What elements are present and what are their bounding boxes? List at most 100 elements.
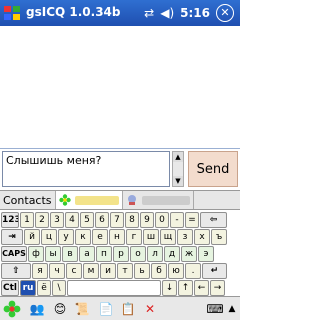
key-char[interactable]: ч [49, 263, 65, 279]
app-title: gsICQ 1.0.34b [26, 5, 121, 19]
key-0[interactable]: 0 [155, 212, 169, 228]
key-char[interactable]: ь [134, 263, 150, 279]
keyboard-row-2: ⇥ й ц у к е н г ш щ з х ъ [1, 229, 228, 245]
key-tab[interactable]: ⇥ [1, 229, 23, 245]
key-char[interactable]: в [62, 246, 78, 262]
connectivity-icon[interactable]: ⇄ [144, 6, 154, 20]
key-char[interactable]: у [58, 229, 74, 245]
key-backspace[interactable]: ⇦ [200, 212, 227, 228]
contact-name-redacted [141, 195, 190, 205]
key-char[interactable]: т [117, 263, 133, 279]
key-char[interactable]: ъ [211, 229, 227, 245]
key-char[interactable]: с [66, 263, 82, 279]
key-1[interactable]: 1 [20, 212, 34, 228]
key-8[interactable]: 8 [125, 212, 139, 228]
scroll-down-icon[interactable]: ▼ [173, 176, 183, 186]
key-minus[interactable]: - [170, 212, 184, 228]
start-menu-icon[interactable] [2, 3, 22, 23]
users-icon[interactable]: 👥 [27, 300, 47, 318]
key-up[interactable]: ↑ [178, 280, 193, 296]
key-char[interactable]: х [194, 229, 210, 245]
icq-flower-icon [58, 194, 71, 206]
key-char[interactable]: г [126, 229, 142, 245]
key-char[interactable]: я [32, 263, 48, 279]
contact-avatar-icon [127, 195, 136, 205]
key-equals[interactable]: = [185, 212, 199, 228]
send-button[interactable]: Send [188, 151, 238, 187]
keyboard-row-5: Ctl ru ё \ ↓ ↑ ← → [1, 280, 226, 296]
key-char[interactable]: к [75, 229, 91, 245]
key-backslash[interactable]: \ [52, 280, 66, 296]
key-down[interactable]: ↓ [162, 280, 177, 296]
key-char[interactable]: н [109, 229, 125, 245]
key-caps[interactable]: CAPS [1, 246, 27, 262]
key-5[interactable]: 5 [80, 212, 94, 228]
tab-contacts[interactable]: Contacts [0, 191, 56, 209]
key-char[interactable]: п [96, 246, 112, 262]
input-menu-arrow-icon[interactable]: ▲ [226, 300, 238, 318]
system-tray: ⇄ ◀) 5:16 ✕ [144, 3, 234, 23]
key-char[interactable]: м [83, 263, 99, 279]
smiley-icon[interactable]: 😊 [51, 300, 69, 318]
keyboard-icon[interactable]: ⌨ [204, 300, 226, 318]
key-language[interactable]: ru [20, 280, 36, 296]
key-2[interactable]: 2 [35, 212, 49, 228]
message-history [0, 26, 240, 148]
key-7[interactable]: 7 [110, 212, 124, 228]
close-icon[interactable]: ✕ [216, 4, 234, 22]
key-period[interactable]: . [185, 263, 201, 279]
paste-icon[interactable]: 📋 [119, 300, 137, 318]
title-bar: gsICQ 1.0.34b ⇄ ◀) 5:16 ✕ [0, 0, 240, 26]
key-enter[interactable]: ↵ [202, 263, 227, 279]
chat-tabs: Contacts [0, 190, 240, 210]
key-char[interactable]: э [198, 246, 214, 262]
key-123[interactable]: 123 [1, 212, 19, 228]
key-char[interactable]: ш [143, 229, 159, 245]
icq-status-icon[interactable] [3, 300, 21, 318]
keyboard-row-4: ⇧ я ч с м и т ь б ю . ↵ [1, 263, 228, 279]
message-input[interactable]: Слышишь меня? [2, 151, 170, 187]
tab-chat-1[interactable] [55, 191, 123, 209]
soft-keyboard: 123 1 2 3 4 5 6 7 8 9 0 - = ⇦ ⇥ й ц у к … [0, 210, 240, 296]
key-4[interactable]: 4 [65, 212, 79, 228]
tab-chat-2[interactable] [123, 191, 194, 209]
key-char[interactable]: а [79, 246, 95, 262]
key-char[interactable]: р [113, 246, 129, 262]
key-char[interactable]: й [24, 229, 40, 245]
delete-icon[interactable]: ✕ [141, 300, 159, 318]
key-char[interactable]: ф [28, 246, 44, 262]
keyboard-row-1: 123 1 2 3 4 5 6 7 8 9 0 - = ⇦ [1, 212, 228, 228]
history-icon[interactable]: 📜 [73, 300, 91, 318]
key-char[interactable]: е [92, 229, 108, 245]
contact-name-redacted [74, 195, 119, 205]
key-char[interactable]: ю [168, 263, 184, 279]
compose-area: Слышишь меня? ▲ ▼ Send [0, 148, 240, 191]
copy-icon[interactable]: 📄 [97, 300, 115, 318]
key-char[interactable]: б [151, 263, 167, 279]
key-3[interactable]: 3 [50, 212, 64, 228]
scroll-up-icon[interactable]: ▲ [173, 152, 183, 162]
key-char[interactable]: щ [160, 229, 176, 245]
key-9[interactable]: 9 [140, 212, 154, 228]
key-right[interactable]: → [210, 280, 225, 296]
key-char[interactable]: ы [45, 246, 61, 262]
bottom-toolbar: 👥 😊 📜 📄 📋 ✕ ⌨ ▲ [0, 296, 240, 320]
key-char[interactable]: д [164, 246, 180, 262]
key-char[interactable]: л [147, 246, 163, 262]
tab-contacts-label: Contacts [3, 193, 52, 207]
key-char[interactable]: з [177, 229, 193, 245]
key-char[interactable]: и [100, 263, 116, 279]
clock[interactable]: 5:16 [180, 6, 210, 20]
key-char[interactable]: ж [181, 246, 197, 262]
key-6[interactable]: 6 [95, 212, 109, 228]
key-space[interactable] [67, 280, 161, 296]
key-yo[interactable]: ё [37, 280, 51, 296]
key-ctrl[interactable]: Ctl [1, 280, 19, 296]
keyboard-row-3: CAPS ф ы в а п р о л д ж э [1, 246, 215, 262]
key-char[interactable]: ц [41, 229, 57, 245]
volume-icon[interactable]: ◀) [160, 6, 174, 20]
key-shift[interactable]: ⇧ [1, 263, 31, 279]
key-char[interactable]: о [130, 246, 146, 262]
input-scrollbar[interactable]: ▲ ▼ [172, 151, 184, 187]
key-left[interactable]: ← [194, 280, 209, 296]
